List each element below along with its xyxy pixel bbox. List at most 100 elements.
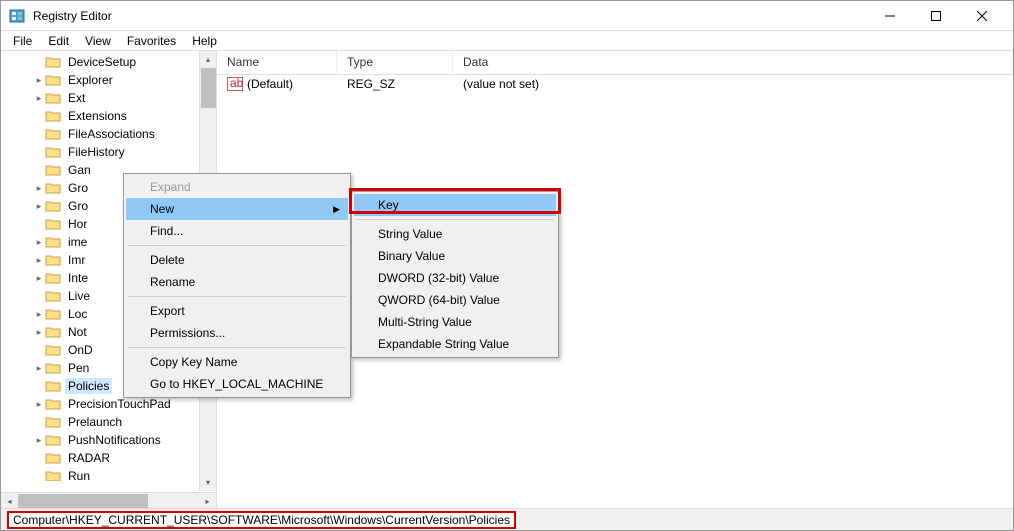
regedit-icon <box>9 8 25 24</box>
menu-help[interactable]: Help <box>184 32 225 50</box>
tree-item-label: Policies <box>65 378 112 394</box>
context-menu-item[interactable]: Copy Key Name <box>126 351 348 373</box>
context-menu-item[interactable]: Key <box>354 194 556 216</box>
context-menu-item[interactable]: Delete <box>126 249 348 271</box>
column-name[interactable]: Name <box>217 51 337 74</box>
context-menu-item[interactable]: Expandable String Value <box>354 333 556 355</box>
context-menu-item[interactable]: QWORD (64-bit) Value <box>354 289 556 311</box>
folder-icon <box>45 181 61 195</box>
chevron-right-icon[interactable]: ▸ <box>33 399 45 410</box>
close-button[interactable] <box>959 1 1005 31</box>
tree-item[interactable]: FileHistory <box>1 143 216 161</box>
menu-item-label: Expand <box>150 180 191 194</box>
tree-horizontal-scrollbar[interactable]: ◂ ▸ <box>1 492 216 509</box>
list-row[interactable]: ab (Default) REG_SZ (value not set) <box>217 75 1013 93</box>
context-menu-item[interactable]: New▶ <box>126 198 348 220</box>
context-menu-item[interactable]: Go to HKEY_LOCAL_MACHINE <box>126 373 348 395</box>
tree-item[interactable]: ▸Ext <box>1 89 216 107</box>
context-menu-item[interactable]: String Value <box>354 223 556 245</box>
maximize-button[interactable] <box>913 1 959 31</box>
context-menu-item[interactable]: Binary Value <box>354 245 556 267</box>
folder-icon <box>45 361 61 375</box>
scroll-thumb[interactable] <box>18 494 148 509</box>
menu-favorites[interactable]: Favorites <box>119 32 184 50</box>
menu-file[interactable]: File <box>5 32 40 50</box>
folder-icon <box>45 55 61 69</box>
folder-icon <box>45 289 61 303</box>
menu-edit[interactable]: Edit <box>40 32 77 50</box>
folder-icon <box>45 415 61 429</box>
menu-item-label: Delete <box>150 253 185 267</box>
scroll-down-icon[interactable]: ▾ <box>200 474 216 491</box>
menu-item-label: Binary Value <box>378 249 445 263</box>
menu-separator <box>128 296 346 297</box>
context-submenu-new: Key String Value Binary Value DWORD (32-bit… <box>351 191 559 358</box>
folder-icon <box>45 163 61 177</box>
context-menu-item[interactable]: Permissions... <box>126 322 348 344</box>
tree-item[interactable]: Run <box>1 467 216 481</box>
menu-item-label: Multi-String Value <box>378 315 472 329</box>
folder-icon <box>45 217 61 231</box>
chevron-right-icon[interactable]: ▸ <box>33 183 45 194</box>
menu-separator <box>128 347 346 348</box>
context-menu-item: Expand <box>126 176 348 198</box>
scroll-right-icon[interactable]: ▸ <box>199 493 216 509</box>
folder-icon <box>45 145 61 159</box>
chevron-right-icon[interactable]: ▸ <box>33 93 45 104</box>
chevron-right-icon[interactable]: ▸ <box>33 435 45 446</box>
minimize-button[interactable] <box>867 1 913 31</box>
tree-item-label: OnD <box>65 342 96 358</box>
tree-item-label: Run <box>65 468 93 481</box>
chevron-right-icon[interactable]: ▸ <box>33 363 45 374</box>
folder-icon <box>45 325 61 339</box>
registry-path[interactable]: Computer\HKEY_CURRENT_USER\SOFTWARE\Micr… <box>7 511 516 529</box>
value-name: (Default) <box>247 77 293 91</box>
folder-icon <box>45 397 61 411</box>
value-type: REG_SZ <box>337 77 453 91</box>
tree-item-label: Gro <box>65 180 91 196</box>
folder-icon <box>45 127 61 141</box>
tree-item-label: RADAR <box>65 450 113 466</box>
context-menu-item[interactable]: Find... <box>126 220 348 242</box>
string-value-icon: ab <box>227 77 243 91</box>
column-type[interactable]: Type <box>337 51 453 74</box>
menu-item-label: Key <box>378 198 399 212</box>
tree-item[interactable]: Extensions <box>1 107 216 125</box>
context-menu-item[interactable]: Rename <box>126 271 348 293</box>
folder-icon <box>45 109 61 123</box>
menu-view[interactable]: View <box>77 32 119 50</box>
chevron-right-icon[interactable]: ▸ <box>33 201 45 212</box>
chevron-right-icon[interactable]: ▸ <box>33 273 45 284</box>
menu-separator <box>128 245 346 246</box>
context-menu-item[interactable]: DWORD (32-bit) Value <box>354 267 556 289</box>
tree-item-label: PushNotifications <box>65 432 164 448</box>
tree-item[interactable]: ▸ Explorer <box>1 71 216 89</box>
tree-item-label: Not <box>65 324 90 340</box>
context-menu-item[interactable]: Multi-String Value <box>354 311 556 333</box>
value-name-cell: ab (Default) <box>217 77 337 91</box>
chevron-right-icon[interactable]: ▸ <box>33 255 45 266</box>
folder-icon <box>45 271 61 285</box>
scroll-left-icon[interactable]: ◂ <box>1 493 18 509</box>
titlebar: Registry Editor <box>1 1 1013 31</box>
tree-item[interactable]: DeviceSetup <box>1 53 216 71</box>
chevron-right-icon[interactable]: ▸ <box>33 309 45 320</box>
chevron-right-icon[interactable]: ▸ <box>33 327 45 338</box>
menu-item-label: Rename <box>150 275 195 289</box>
menu-item-label: Export <box>150 304 185 318</box>
chevron-right-icon[interactable]: ▸ <box>33 75 45 86</box>
tree-item-label: Explorer <box>65 72 116 88</box>
context-menu-item[interactable]: Export <box>126 300 348 322</box>
chevron-right-icon[interactable]: ▸ <box>33 237 45 248</box>
tree-item[interactable]: ▸ PushNotifications <box>1 431 216 449</box>
scroll-up-icon[interactable]: ▴ <box>200 51 216 68</box>
folder-icon <box>45 253 61 267</box>
tree-item[interactable]: RADAR <box>1 449 216 467</box>
tree-item[interactable]: FileAssociations <box>1 125 216 143</box>
column-data[interactable]: Data <box>453 51 1013 74</box>
scroll-thumb[interactable] <box>201 68 216 108</box>
window-controls <box>867 1 1005 31</box>
tree-item[interactable]: Prelaunch <box>1 413 216 431</box>
folder-icon <box>45 91 61 105</box>
menu-item-label: Copy Key Name <box>150 355 237 369</box>
